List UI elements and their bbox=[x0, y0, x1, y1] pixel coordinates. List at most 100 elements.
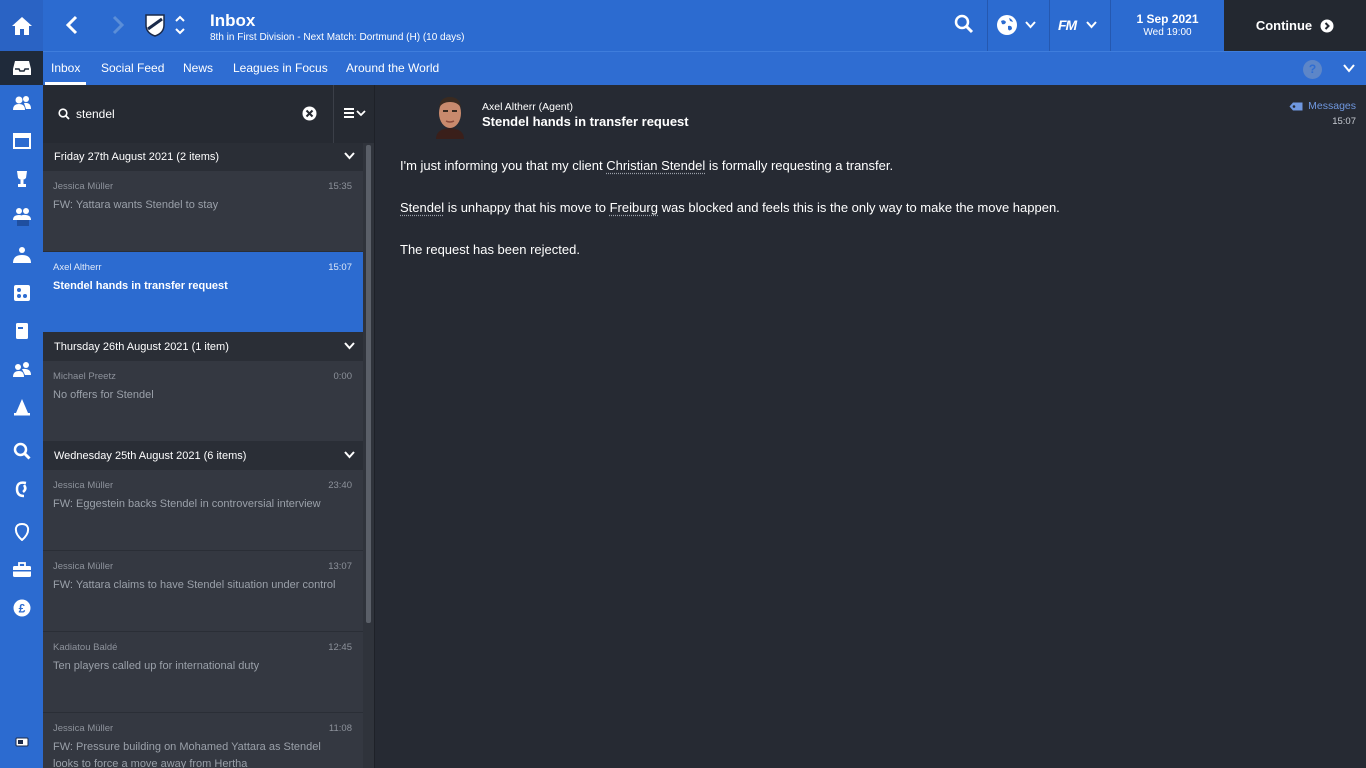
list-item-selected[interactable]: Axel Altherr 15:07 Stendel hands in tran… bbox=[43, 252, 363, 333]
message-list: Friday 27th August 2021 (2 items) Jessic… bbox=[43, 143, 363, 768]
search-input[interactable]: stendel bbox=[76, 107, 115, 121]
search-icon bbox=[58, 108, 70, 120]
sidebar-item-staff[interactable] bbox=[0, 236, 43, 274]
chevron-down-icon[interactable] bbox=[1343, 64, 1355, 73]
time-label: Wed 19:00 bbox=[1143, 27, 1192, 38]
club-badge[interactable] bbox=[143, 12, 167, 38]
sidebar-item-reports[interactable] bbox=[0, 312, 43, 350]
group-label: Wednesday 25th August 2021 (6 items) bbox=[54, 450, 247, 462]
tab-around-the-world[interactable]: Around the World bbox=[346, 52, 439, 85]
list-filter-icon[interactable] bbox=[343, 105, 367, 121]
message-subject: FW: Eggestein backs Stendel in controver… bbox=[53, 498, 321, 510]
clipboard-icon bbox=[15, 323, 28, 339]
message-subject: FW: Yattara claims to have Stendel situa… bbox=[53, 579, 336, 591]
scouting-group-icon bbox=[12, 362, 31, 377]
staff-icon bbox=[12, 247, 31, 263]
date-label: 1 Sep 2021 bbox=[1136, 12, 1199, 26]
battery-status-icon bbox=[15, 737, 28, 747]
game-date[interactable]: 1 Sep 2021 Wed 19:00 bbox=[1111, 0, 1224, 51]
home-button[interactable] bbox=[0, 0, 43, 51]
group-label: Friday 27th August 2021 (2 items) bbox=[54, 151, 220, 163]
message-sender: Jessica Müller bbox=[53, 480, 114, 491]
message-time: 13:07 bbox=[328, 561, 352, 572]
search-bar: stendel bbox=[43, 85, 374, 143]
sidebar-item-search[interactable] bbox=[0, 432, 43, 470]
message-sender: Kadiatou Baldé bbox=[53, 642, 118, 653]
date-group-header[interactable]: Friday 27th August 2021 (2 items) bbox=[43, 143, 363, 171]
message-sender: Jessica Müller bbox=[53, 561, 114, 572]
sidebar-item-squad[interactable] bbox=[0, 84, 43, 122]
clear-search-icon[interactable] bbox=[302, 106, 317, 121]
search-icon bbox=[13, 442, 31, 460]
tab-social-feed[interactable]: Social Feed bbox=[101, 52, 164, 85]
search-button[interactable] bbox=[954, 14, 978, 38]
sidebar-item-inbox[interactable] bbox=[0, 51, 43, 85]
message-subject: Stendel hands in transfer request bbox=[53, 280, 228, 292]
message-paragraph: The request has been rejected. bbox=[400, 242, 580, 257]
message-subject: FW: Yattara wants Stendel to stay bbox=[53, 199, 219, 211]
shield-icon bbox=[14, 523, 29, 541]
date-group-header[interactable]: Thursday 26th August 2021 (1 item) bbox=[43, 333, 363, 361]
text: is unhappy that his move to bbox=[444, 200, 610, 215]
globe-icon bbox=[997, 15, 1017, 35]
text: I'm just informing you that my client bbox=[400, 158, 607, 173]
svg-text:£: £ bbox=[18, 602, 25, 616]
inbox-list-panel: stendel Friday 27th August 2021 (2 items… bbox=[43, 85, 374, 768]
sidebar-item-schedule[interactable] bbox=[0, 122, 43, 160]
tab-bar: Inbox Social Feed News Leagues in Focus … bbox=[43, 51, 1366, 85]
page-subtitle: 8th in First Division - Next Match: Dort… bbox=[210, 32, 465, 43]
messages-link-label: Messages bbox=[1308, 100, 1356, 112]
back-button[interactable] bbox=[59, 12, 85, 38]
player-link[interactable]: Christian Stendel bbox=[606, 158, 705, 173]
tab-news[interactable]: News bbox=[183, 52, 213, 85]
player-link[interactable]: Stendel bbox=[400, 200, 444, 215]
world-menu[interactable] bbox=[996, 14, 1038, 38]
sidebar-item-training[interactable] bbox=[0, 388, 43, 426]
transfer-arrows-icon bbox=[15, 481, 27, 498]
sidebar-item-status[interactable] bbox=[0, 723, 43, 761]
list-item[interactable]: Michael Preetz 0:00 No offers for Stende… bbox=[43, 361, 363, 442]
sidebar-item-career[interactable] bbox=[0, 551, 43, 589]
list-item[interactable]: Jessica Müller 15:35 FW: Yattara wants S… bbox=[43, 171, 363, 252]
list-item[interactable]: Jessica Müller 11:08 FW: Pressure buildi… bbox=[43, 713, 363, 768]
sidebar-item-scouting[interactable] bbox=[0, 350, 43, 388]
sidebar: £ bbox=[0, 51, 43, 768]
chevron-left-icon bbox=[65, 15, 78, 35]
messages-link[interactable]: Messages bbox=[1289, 100, 1356, 112]
list-item[interactable]: Jessica Müller 23:40 FW: Eggestein backs… bbox=[43, 470, 363, 551]
sidebar-item-youth[interactable] bbox=[0, 198, 43, 236]
pound-coin-icon: £ bbox=[13, 599, 30, 617]
calendar-icon bbox=[12, 133, 31, 149]
text: is formally requesting a transfer. bbox=[705, 158, 894, 173]
tab-inbox[interactable]: Inbox bbox=[44, 52, 87, 85]
list-item[interactable]: Kadiatou Baldé 12:45 Ten players called … bbox=[43, 632, 363, 713]
date-group-header[interactable]: Wednesday 25th August 2021 (6 items) bbox=[43, 442, 363, 470]
fm-menu[interactable]: FM bbox=[1058, 17, 1102, 37]
sidebar-item-finances[interactable]: £ bbox=[0, 589, 43, 627]
sender-name[interactable]: Axel Altherr (Agent) bbox=[482, 101, 573, 113]
message-paragraph: I'm just informing you that my client Ch… bbox=[400, 158, 1300, 174]
group-label: Thursday 26th August 2021 (1 item) bbox=[54, 341, 229, 353]
sidebar-item-club[interactable] bbox=[0, 513, 43, 551]
sidebar-item-competitions[interactable] bbox=[0, 160, 43, 198]
message-title: Stendel hands in transfer request bbox=[482, 114, 689, 129]
arrow-right-circle-icon bbox=[1320, 19, 1334, 32]
message-time: 11:08 bbox=[328, 723, 352, 734]
club-switcher[interactable] bbox=[172, 12, 188, 38]
sender-avatar[interactable] bbox=[430, 93, 470, 139]
message-body: I'm just informing you that my client Ch… bbox=[400, 158, 1300, 284]
continue-button[interactable]: Continue bbox=[1224, 0, 1366, 51]
sidebar-item-transfers[interactable] bbox=[0, 470, 43, 508]
message-time: 23:40 bbox=[328, 480, 352, 491]
message-sender: Jessica Müller bbox=[53, 181, 114, 192]
forward-button[interactable] bbox=[105, 12, 131, 38]
list-scrollbar[interactable] bbox=[366, 145, 371, 623]
message-subject: No offers for Stendel bbox=[53, 389, 154, 401]
sidebar-item-tactics[interactable] bbox=[0, 274, 43, 312]
tab-leagues-in-focus[interactable]: Leagues in Focus bbox=[233, 52, 328, 85]
help-icon[interactable]: ? bbox=[1303, 60, 1322, 79]
message-time: 15:07 bbox=[1332, 116, 1356, 127]
club-link[interactable]: Freiburg bbox=[610, 200, 658, 215]
list-item[interactable]: Jessica Müller 13:07 FW: Yattara claims … bbox=[43, 551, 363, 632]
continue-label: Continue bbox=[1255, 18, 1313, 33]
